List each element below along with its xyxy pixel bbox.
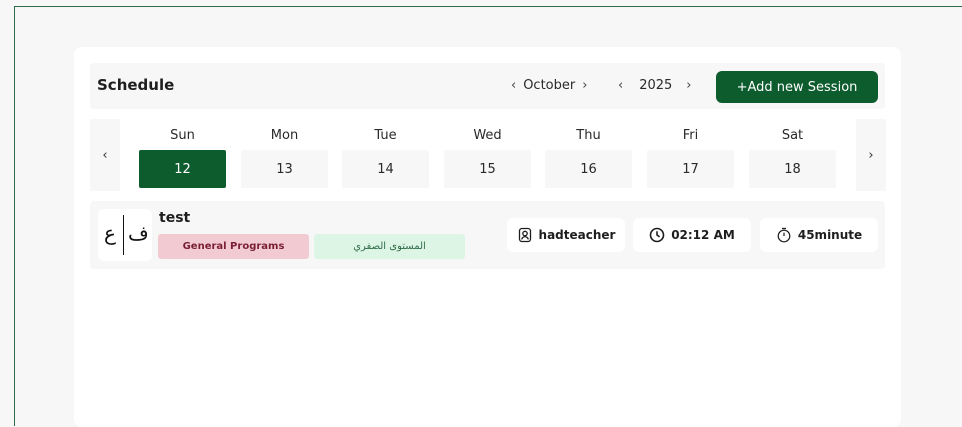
logo-letter: ف <box>128 221 149 245</box>
logo-letter: ع <box>104 221 116 245</box>
day-date[interactable]: 12 <box>139 150 226 188</box>
session-logo: ع ف <box>98 209 152 261</box>
day-date[interactable]: 13 <box>241 150 328 188</box>
time-pill: 02:12 AM <box>633 218 751 252</box>
day-tue[interactable]: Tue 14 <box>342 128 429 188</box>
day-date[interactable]: 18 <box>749 150 836 188</box>
day-wed[interactable]: Wed 15 <box>444 128 531 188</box>
clock-icon <box>649 227 665 243</box>
day-sun[interactable]: Sun 12 <box>139 128 226 188</box>
logo-divider <box>123 215 124 255</box>
day-date[interactable]: 16 <box>545 150 632 188</box>
schedule-header: Schedule ‹ October › ‹ 2025 › +Add new S… <box>90 63 885 109</box>
add-new-session-button[interactable]: +Add new Session <box>716 71 878 103</box>
day-thu[interactable]: Thu 16 <box>545 128 632 188</box>
day-name: Sun <box>170 128 195 143</box>
day-date[interactable]: 17 <box>647 150 734 188</box>
prev-year-button[interactable]: ‹ <box>618 78 623 93</box>
day-fri[interactable]: Fri 17 <box>647 128 734 188</box>
session-title: test <box>159 210 191 226</box>
day-name: Sat <box>781 128 804 143</box>
teacher-name: hadteacher <box>538 228 616 242</box>
day-mon[interactable]: Mon 13 <box>241 128 328 188</box>
page-title: Schedule <box>97 76 175 94</box>
teacher-badge-icon <box>518 227 531 243</box>
session-row[interactable]: ع ف test General Programs المستوى الصفري… <box>90 201 885 269</box>
day-name: Wed <box>473 128 502 143</box>
day-date[interactable]: 14 <box>342 150 429 188</box>
session-time: 02:12 AM <box>671 228 735 242</box>
day-name: Tue <box>374 128 397 143</box>
month-label: October <box>523 78 576 93</box>
next-week-button[interactable]: › <box>856 119 886 191</box>
schedule-card: Schedule ‹ October › ‹ 2025 › +Add new S… <box>74 47 901 427</box>
year-selector: ‹ 2025 › <box>618 78 692 93</box>
program-tag: General Programs <box>158 234 309 259</box>
year-label: 2025 <box>639 78 673 93</box>
level-tag: المستوى الصفري <box>314 234 465 259</box>
day-name: Thu <box>576 128 601 143</box>
day-name: Fri <box>682 128 699 143</box>
next-year-button[interactable]: › <box>686 78 691 93</box>
teacher-pill: hadteacher <box>507 218 625 252</box>
day-date[interactable]: 15 <box>444 150 531 188</box>
day-sat[interactable]: Sat 18 <box>749 128 836 188</box>
duration-pill: 45minute <box>760 218 878 252</box>
timer-icon <box>777 227 791 243</box>
prev-month-button[interactable]: ‹ <box>511 78 516 93</box>
session-duration: 45minute <box>797 228 863 242</box>
prev-week-button[interactable]: ‹ <box>90 119 120 191</box>
month-selector: ‹ October › <box>511 78 587 93</box>
day-name: Mon <box>270 128 299 143</box>
next-month-button[interactable]: › <box>582 78 587 93</box>
